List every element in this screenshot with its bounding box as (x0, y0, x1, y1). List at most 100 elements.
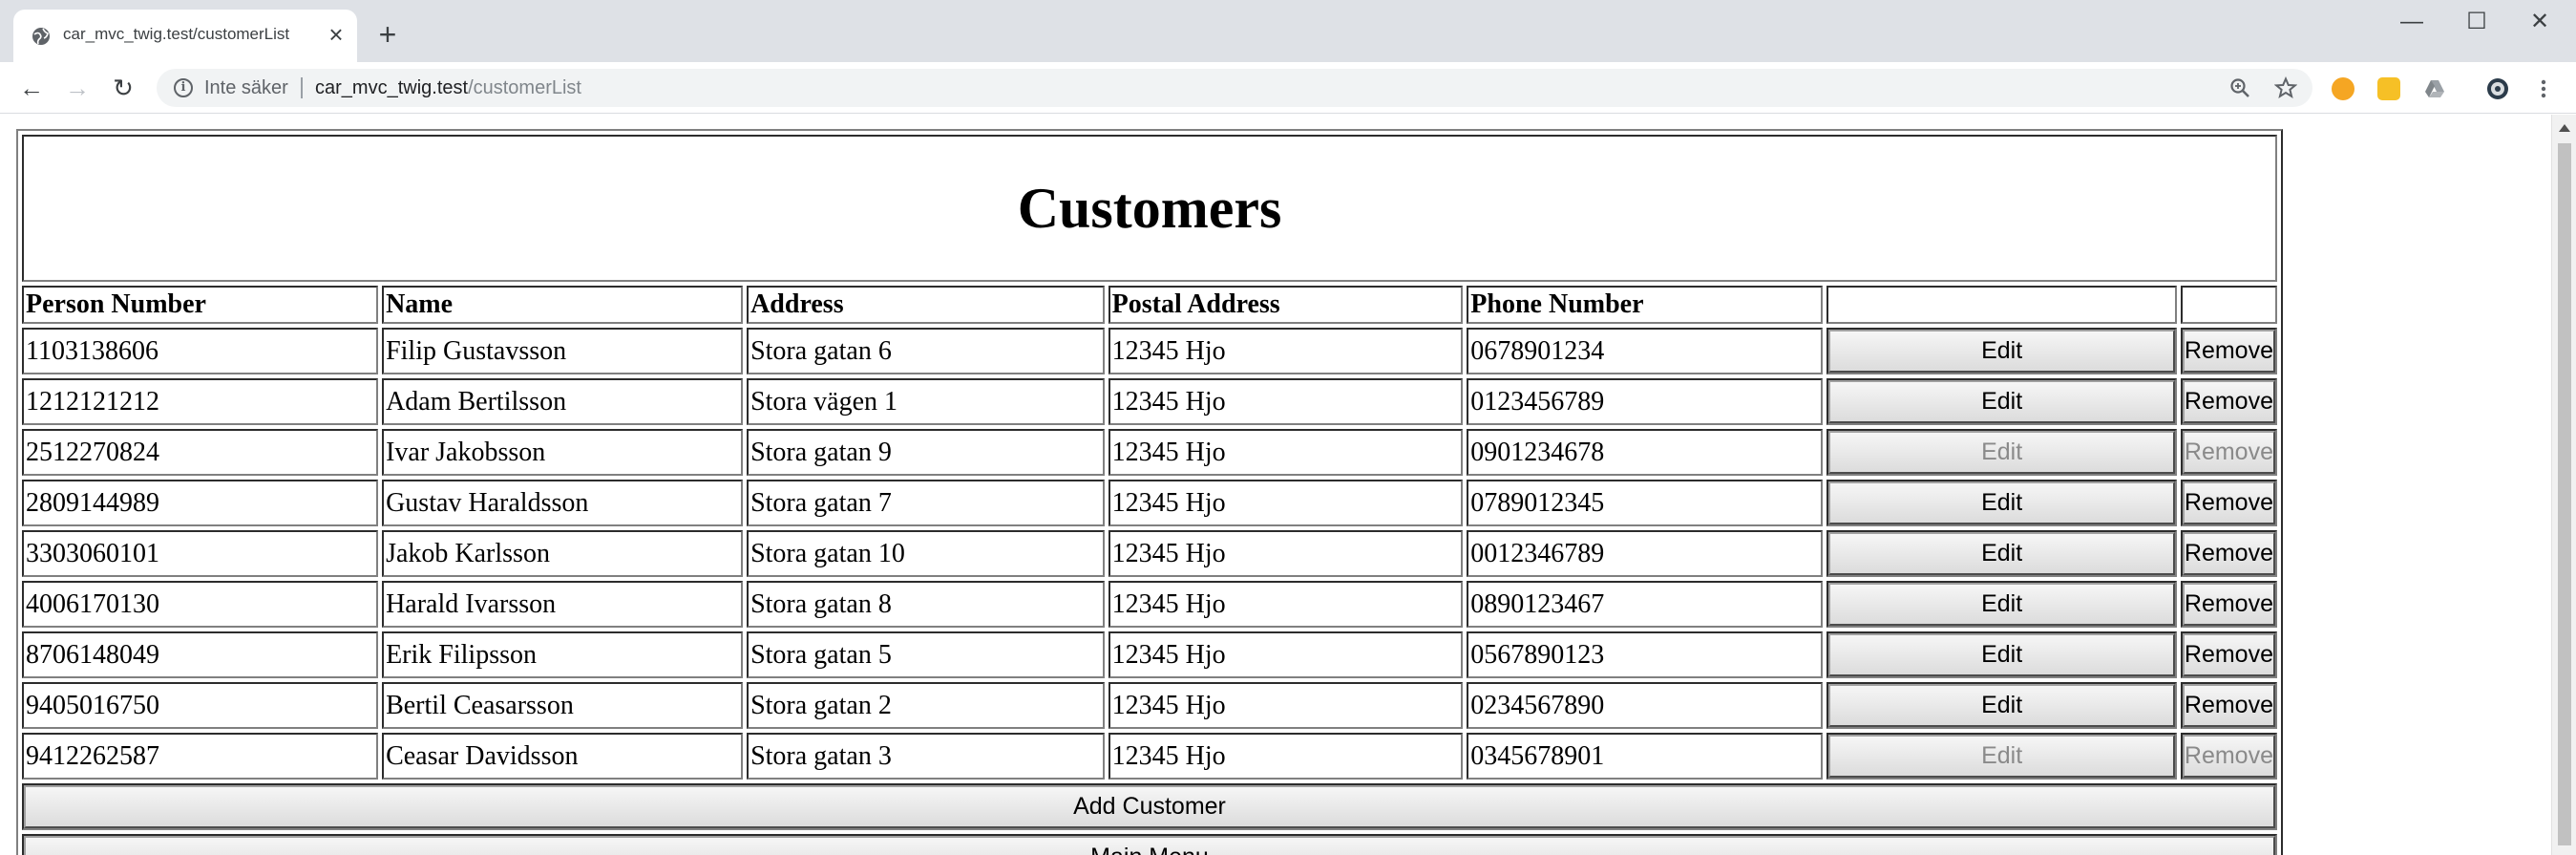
cell-person-number: 1103138606 (22, 328, 379, 374)
edit-cell: Edit (1826, 682, 2177, 729)
remove-button[interactable]: Remove (2182, 330, 2275, 373)
remove-button[interactable]: Remove (2182, 380, 2275, 423)
col-phone-number: Phone Number (1467, 286, 1824, 324)
edit-button[interactable]: Edit (1828, 735, 2175, 778)
cell-address: Stora vägen 1 (747, 378, 1105, 425)
main-menu-button-cell: Main Menu (22, 834, 2277, 855)
cell-name: Adam Bertilsson (382, 378, 744, 425)
edit-button[interactable]: Edit (1828, 532, 2175, 575)
url-host: car_mvc_twig.test (315, 77, 469, 98)
security-status[interactable]: Inte säker (204, 77, 288, 99)
cell-phone-number: 0345678901 (1467, 733, 1824, 780)
extension-orange-icon[interactable] (2332, 77, 2354, 100)
main-menu-button[interactable]: Main Menu (24, 836, 2275, 855)
close-window-icon[interactable]: ✕ (2521, 6, 2559, 38)
remove-cell: Remove (2180, 480, 2277, 526)
edit-cell: Edit (1826, 429, 2177, 476)
table-row: 9405016750 Bertil Ceasarsson Stora gatan 2… (22, 682, 2277, 729)
cell-person-number: 9405016750 (22, 682, 379, 729)
page-viewport: Customers Person Number Name Address Pos… (0, 115, 2551, 855)
profile-avatar-icon[interactable] (2486, 77, 2509, 100)
remove-button[interactable]: Remove (2182, 684, 2275, 727)
edit-cell: Edit (1826, 530, 2177, 577)
cell-phone-number: 0678901234 (1467, 328, 1824, 374)
col-postal-address: Postal Address (1108, 286, 1464, 324)
extension-yellow-icon[interactable] (2377, 77, 2400, 100)
remove-button[interactable]: Remove (2182, 532, 2275, 575)
remove-cell: Remove (2180, 378, 2277, 425)
cell-name: Bertil Ceasarsson (382, 682, 744, 729)
address-bar[interactable]: i Inte säker car_mvc_twig.test/customerL… (157, 69, 2312, 107)
table-row: 1212121212 Adam Bertilsson Stora vägen 1 12… (22, 378, 2277, 425)
cell-name: Harald Ivarsson (382, 581, 744, 628)
url-path: /customerList (468, 77, 581, 98)
col-name: Name (382, 286, 744, 324)
cell-phone-number: 0890123467 (1467, 581, 1824, 628)
cell-address: Stora gatan 5 (747, 631, 1105, 678)
scroll-up-arrow-icon[interactable] (2559, 124, 2570, 132)
cell-phone-number: 0789012345 (1467, 480, 1824, 526)
remove-button[interactable]: Remove (2182, 481, 2275, 524)
cell-postal-address: 12345 Hjo (1108, 328, 1464, 374)
cell-address: Stora gatan 6 (747, 328, 1105, 374)
kebab-menu-icon[interactable] (2532, 77, 2555, 100)
cell-name: Ivar Jakobsson (382, 429, 744, 476)
remove-button[interactable]: Remove (2182, 431, 2275, 474)
edit-button[interactable]: Edit (1828, 684, 2175, 727)
browser-tab[interactable]: car_mvc_twig.test/customerList × (13, 10, 357, 62)
maximize-icon[interactable]: ☐ (2458, 6, 2496, 38)
remove-cell: Remove (2180, 530, 2277, 577)
edit-button[interactable]: Edit (1828, 431, 2175, 474)
col-remove-blank (2180, 286, 2277, 324)
remove-cell: Remove (2180, 733, 2277, 780)
back-arrow-icon[interactable]: ← (15, 72, 48, 104)
scroll-thumb[interactable] (2558, 143, 2571, 845)
table-row: 2809144989 Gustav Haraldsson Stora gatan 7… (22, 480, 2277, 526)
forward-arrow-icon[interactable]: → (61, 72, 94, 104)
cell-person-number: 3303060101 (22, 530, 379, 577)
cell-person-number: 1212121212 (22, 378, 379, 425)
table-row: 4006170130 Harald Ivarsson Stora gatan 8 12… (22, 581, 2277, 628)
remove-cell: Remove (2180, 429, 2277, 476)
cell-address: Stora gatan 10 (747, 530, 1105, 577)
remove-button[interactable]: Remove (2182, 583, 2275, 626)
edit-button[interactable]: Edit (1828, 583, 2175, 626)
cell-phone-number: 0123456789 (1467, 378, 1824, 425)
remove-cell: Remove (2180, 631, 2277, 678)
cell-person-number: 9412262587 (22, 733, 379, 780)
zoom-icon[interactable] (2228, 76, 2251, 99)
cell-person-number: 4006170130 (22, 581, 379, 628)
edit-cell: Edit (1826, 480, 2177, 526)
edit-button[interactable]: Edit (1828, 380, 2175, 423)
cell-postal-address: 12345 Hjo (1108, 682, 1464, 729)
edit-button[interactable]: Edit (1828, 481, 2175, 524)
edit-cell: Edit (1826, 631, 2177, 678)
new-tab-icon[interactable]: + (372, 19, 403, 50)
table-row: 2512270824 Ivar Jakobsson Stora gatan 9 123… (22, 429, 2277, 476)
remove-button[interactable]: Remove (2182, 633, 2275, 676)
cell-name: Ceasar Davidsson (382, 733, 744, 780)
edit-cell: Edit (1826, 581, 2177, 628)
globe-icon (32, 28, 50, 45)
edit-button[interactable]: Edit (1828, 633, 2175, 676)
cell-postal-address: 12345 Hjo (1108, 581, 1464, 628)
tab-close-icon[interactable]: × (323, 21, 349, 48)
drive-icon[interactable] (2423, 77, 2446, 100)
cell-name: Jakob Karlsson (382, 530, 744, 577)
star-icon[interactable] (2274, 76, 2297, 99)
edit-button[interactable]: Edit (1828, 330, 2175, 373)
cell-name: Filip Gustavsson (382, 328, 744, 374)
url-text[interactable]: car_mvc_twig.test/customerList (315, 77, 581, 99)
minimize-icon[interactable]: — (2393, 6, 2431, 38)
cell-person-number: 2512270824 (22, 429, 379, 476)
vertical-scrollbar[interactable] (2551, 115, 2576, 855)
reload-icon[interactable]: ↻ (107, 72, 139, 104)
cell-postal-address: 12345 Hjo (1108, 429, 1464, 476)
remove-cell: Remove (2180, 682, 2277, 729)
tab-title: car_mvc_twig.test/customerList (63, 25, 290, 43)
add-customer-button[interactable]: Add Customer (24, 785, 2275, 828)
info-icon[interactable]: i (174, 78, 193, 97)
remove-cell: Remove (2180, 328, 2277, 374)
remove-cell: Remove (2180, 581, 2277, 628)
remove-button[interactable]: Remove (2182, 735, 2275, 778)
